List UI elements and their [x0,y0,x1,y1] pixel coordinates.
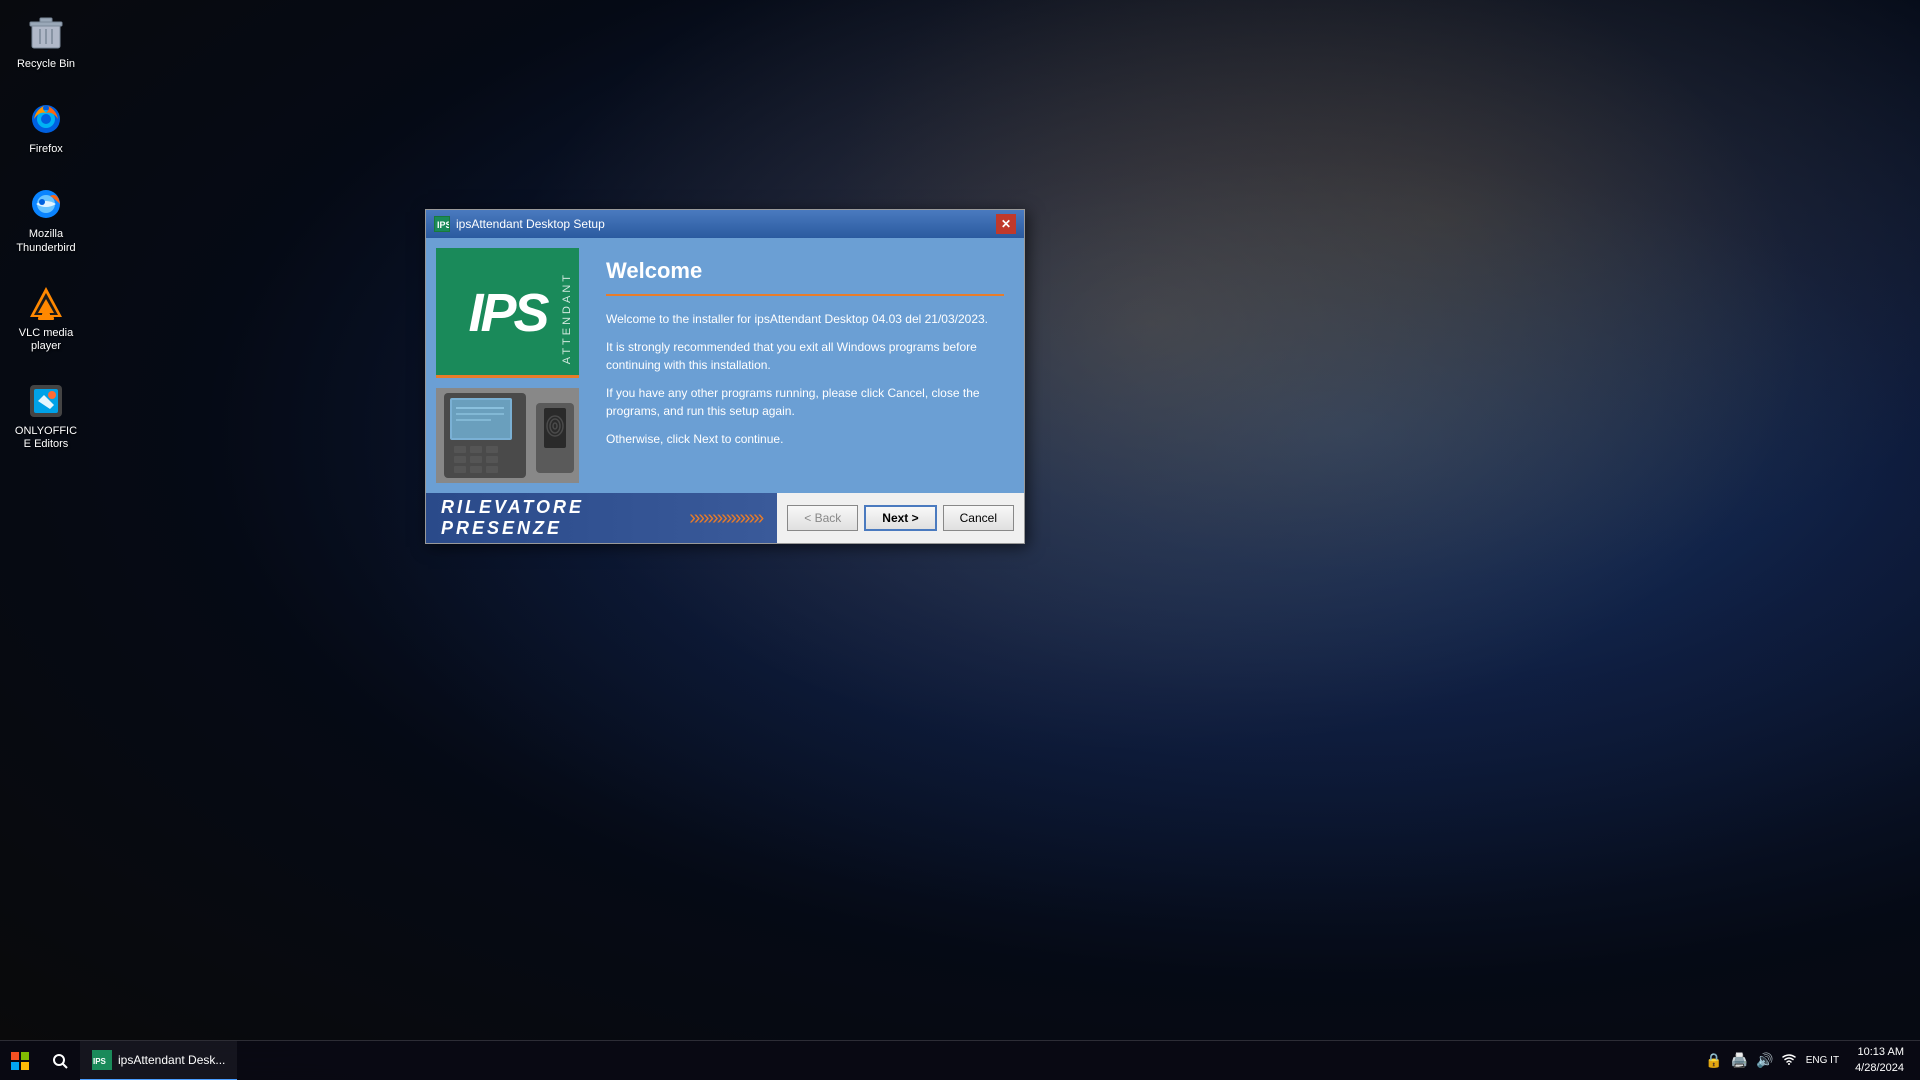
onlyoffice-img [26,381,66,421]
welcome-text-4: Otherwise, click Next to continue. [606,430,1004,448]
vlc-img [26,283,66,323]
taskbar-app-ips[interactable]: IPS ipsAttendant Desk... [80,1041,237,1080]
onlyoffice-icon[interactable]: ONLYOFFICE Editors [10,377,82,455]
dialog-title: ipsAttendant Desktop Setup [456,217,990,231]
start-button[interactable] [0,1041,40,1080]
welcome-title: Welcome [606,258,1004,284]
firefox-label: Firefox [29,143,63,156]
taskbar-time: 10:13 AM [1855,1045,1904,1060]
back-button[interactable]: < Back [787,505,858,531]
recycle-bin-label: Recycle Bin [17,58,75,71]
close-button[interactable]: ✕ [996,214,1016,234]
tray-icon-1[interactable]: 🔒 [1703,1050,1724,1071]
welcome-text-3: If you have any other programs running, … [606,384,1004,420]
ips-attendant-text: ATTENDANT [561,272,573,364]
footer-buttons: < Back Next > Cancel [777,497,1024,539]
desktop-icons: Recycle Bin Firefox [10,10,82,456]
dialog-content: IPS ATTENDANT [426,238,1024,493]
tray-icon-2[interactable]: 🖨️ [1729,1050,1750,1071]
tray-icon-wifi[interactable] [1780,1050,1798,1071]
taskbar-app-icon: IPS [92,1050,112,1070]
footer-banner-text: RILEVATORE PRESENZE [441,497,681,539]
taskbar-app-label: ipsAttendant Desk... [118,1053,225,1067]
taskbar-date: 4/28/2024 [1855,1061,1904,1076]
recycle-bin-img [26,14,66,54]
tray-icon-3[interactable]: 🔊 [1754,1050,1775,1071]
onlyoffice-label: ONLYOFFICE Editors [14,425,78,451]
dialog-left-panel: IPS ATTENDANT [426,238,591,493]
taskbar: IPS ipsAttendant Desk... 🔒 🖨️ 🔊 [0,1040,1920,1080]
firefox-img [26,99,66,139]
cancel-button[interactable]: Cancel [943,505,1014,531]
taskbar-language[interactable]: ENG IT [1802,1054,1843,1067]
firefox-icon[interactable]: Firefox [10,95,82,160]
welcome-text-2: It is strongly recommended that you exit… [606,338,1004,374]
thunderbird-img [26,184,66,224]
ips-logo: IPS ATTENDANT [436,248,579,378]
recycle-bin-icon[interactable]: Recycle Bin [10,10,82,75]
thunderbird-icon[interactable]: Mozilla Thunderbird [10,180,82,258]
ips-logo-text: IPS [468,282,546,344]
dialog-footer: RILEVATORE PRESENZE »»»»»»»» < Back Next… [426,493,1024,543]
taskbar-right: 🔒 🖨️ 🔊 ENG IT 10:13 AM 4/28/2024 [1703,1041,1920,1080]
desktop: Recycle Bin Firefox [0,0,1920,1080]
footer-banner: RILEVATORE PRESENZE »»»»»»»» [426,493,777,543]
systray: 🔒 🖨️ 🔊 [1703,1050,1797,1071]
vlc-label: VLC media player [14,327,78,353]
svg-text:IPS: IPS [437,220,449,230]
welcome-text-1: Welcome to the installer for ipsAttendan… [606,310,1004,328]
setup-dialog: IPS ipsAttendant Desktop Setup ✕ IPS ATT… [425,209,1025,544]
device-image [436,388,579,483]
taskbar-clock[interactable]: 10:13 AM 4/28/2024 [1847,1045,1912,1076]
next-button[interactable]: Next > [864,505,936,531]
dialog-right-panel: Welcome Welcome to the installer for ips… [591,238,1024,493]
footer-arrows: »»»»»»»» [689,507,762,530]
dialog-titlebar: IPS ipsAttendant Desktop Setup ✕ [426,210,1024,238]
dialog-app-icon: IPS [434,216,450,232]
orange-separator [606,294,1004,296]
thunderbird-label: Mozilla Thunderbird [14,228,78,254]
search-button[interactable] [40,1041,80,1080]
svg-text:IPS: IPS [93,1057,107,1066]
vlc-icon[interactable]: VLC media player [10,279,82,357]
